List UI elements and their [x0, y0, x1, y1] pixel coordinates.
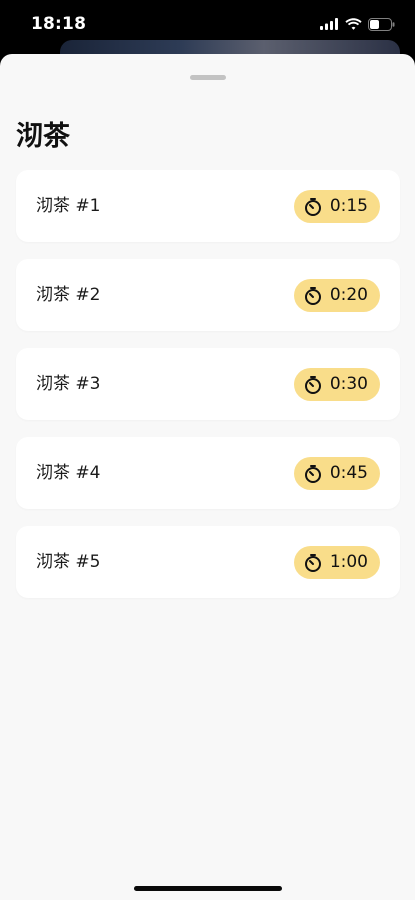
list-item[interactable]: 沏茶 #3 0:30: [16, 348, 400, 420]
list-item-label: 沏茶 #4: [36, 463, 101, 483]
timer-badge[interactable]: 0:20: [293, 279, 380, 312]
timer-icon: [304, 197, 321, 216]
list-item-label: 沏茶 #3: [36, 374, 101, 394]
wifi-icon: [345, 18, 362, 30]
timer-badge[interactable]: 1:00: [293, 546, 380, 579]
sheet-title: 沏茶: [16, 121, 70, 152]
list-item[interactable]: 沏茶 #4 0:45: [16, 437, 400, 509]
timer-badge[interactable]: 0:15: [293, 190, 380, 223]
timer-value: 0:30: [329, 374, 368, 394]
timer-value: 0:15: [329, 196, 368, 216]
timer-icon: [304, 553, 321, 572]
timer-value: 0:20: [329, 285, 368, 305]
steep-list: 沏茶 #1 0:15 沏茶 #2 0:20 沏茶 #3 0:30 沏茶 #4 0…: [16, 170, 400, 615]
cellular-signal-icon: [320, 18, 338, 30]
timer-value: 1:00: [329, 552, 368, 572]
timer-icon: [304, 464, 321, 483]
bottom-sheet: 沏茶 沏茶 #1 0:15 沏茶 #2 0:20 沏茶 #3 0:30 沏茶 #…: [0, 54, 415, 900]
status-icons: [320, 15, 395, 33]
timer-icon: [304, 375, 321, 394]
timer-badge[interactable]: 0:45: [293, 457, 380, 490]
timer-value: 0:45: [329, 463, 368, 483]
list-item[interactable]: 沏茶 #5 1:00: [16, 526, 400, 598]
timer-badge[interactable]: 0:30: [293, 368, 380, 401]
list-item[interactable]: 沏茶 #2 0:20: [16, 259, 400, 331]
list-item-label: 沏茶 #2: [36, 285, 101, 305]
battery-icon: [368, 17, 395, 31]
list-item[interactable]: 沏茶 #1 0:15: [16, 170, 400, 242]
timer-icon: [304, 286, 321, 305]
status-time: 18:18: [31, 14, 87, 34]
home-indicator[interactable]: [134, 886, 282, 891]
list-item-label: 沏茶 #1: [36, 196, 101, 216]
app-screen: 18:18 沏茶 沏茶 #1 0:15 沏茶 #2 0:20 沏茶 #3 0:3…: [0, 0, 415, 900]
list-item-label: 沏茶 #5: [36, 552, 101, 572]
sheet-grabber-handle[interactable]: [190, 75, 226, 80]
